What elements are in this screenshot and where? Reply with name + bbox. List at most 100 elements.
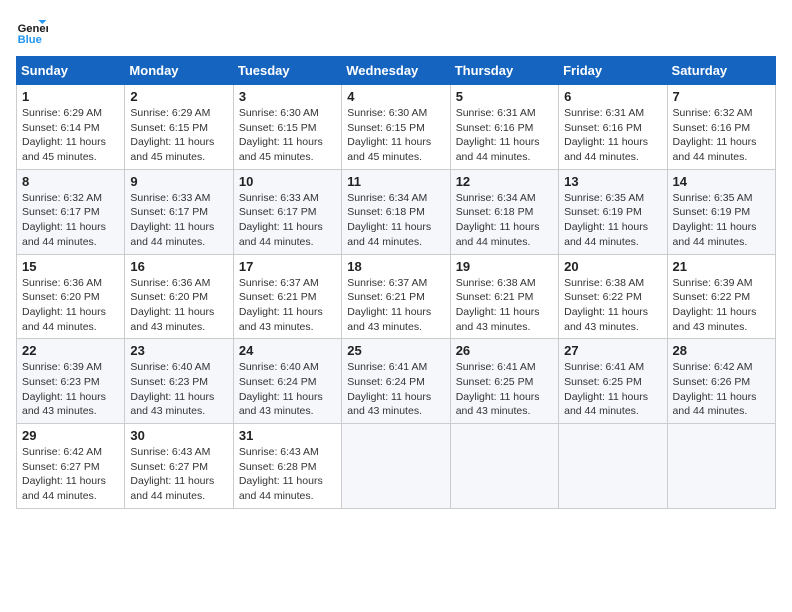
day-info: Sunrise: 6:32 AM Sunset: 6:16 PM Dayligh… [673,106,770,165]
day-number: 26 [456,343,553,358]
day-cell: 16 Sunrise: 6:36 AM Sunset: 6:20 PM Dayl… [125,254,233,339]
day-cell: 10 Sunrise: 6:33 AM Sunset: 6:17 PM Dayl… [233,169,341,254]
day-number: 31 [239,428,336,443]
day-cell [342,424,450,509]
day-cell: 9 Sunrise: 6:33 AM Sunset: 6:17 PM Dayli… [125,169,233,254]
day-cell: 30 Sunrise: 6:43 AM Sunset: 6:27 PM Dayl… [125,424,233,509]
day-cell: 26 Sunrise: 6:41 AM Sunset: 6:25 PM Dayl… [450,339,558,424]
day-cell: 13 Sunrise: 6:35 AM Sunset: 6:19 PM Dayl… [559,169,667,254]
day-cell: 3 Sunrise: 6:30 AM Sunset: 6:15 PM Dayli… [233,85,341,170]
calendar-table: SundayMondayTuesdayWednesdayThursdayFrid… [16,56,776,509]
day-info: Sunrise: 6:42 AM Sunset: 6:27 PM Dayligh… [22,445,119,504]
logo-icon: General Blue [16,16,48,48]
day-cell: 7 Sunrise: 6:32 AM Sunset: 6:16 PM Dayli… [667,85,775,170]
day-info: Sunrise: 6:41 AM Sunset: 6:25 PM Dayligh… [564,360,661,419]
day-info: Sunrise: 6:34 AM Sunset: 6:18 PM Dayligh… [347,191,444,250]
day-number: 7 [673,89,770,104]
day-cell: 1 Sunrise: 6:29 AM Sunset: 6:14 PM Dayli… [17,85,125,170]
day-cell: 27 Sunrise: 6:41 AM Sunset: 6:25 PM Dayl… [559,339,667,424]
day-number: 24 [239,343,336,358]
day-info: Sunrise: 6:29 AM Sunset: 6:15 PM Dayligh… [130,106,227,165]
day-number: 3 [239,89,336,104]
day-number: 23 [130,343,227,358]
week-row-3: 15 Sunrise: 6:36 AM Sunset: 6:20 PM Dayl… [17,254,776,339]
day-number: 19 [456,259,553,274]
day-cell: 22 Sunrise: 6:39 AM Sunset: 6:23 PM Dayl… [17,339,125,424]
day-info: Sunrise: 6:33 AM Sunset: 6:17 PM Dayligh… [130,191,227,250]
day-number: 15 [22,259,119,274]
svg-text:General: General [18,23,48,35]
day-info: Sunrise: 6:39 AM Sunset: 6:22 PM Dayligh… [673,276,770,335]
day-number: 20 [564,259,661,274]
day-info: Sunrise: 6:40 AM Sunset: 6:23 PM Dayligh… [130,360,227,419]
day-info: Sunrise: 6:36 AM Sunset: 6:20 PM Dayligh… [22,276,119,335]
day-number: 4 [347,89,444,104]
day-cell: 25 Sunrise: 6:41 AM Sunset: 6:24 PM Dayl… [342,339,450,424]
day-cell: 5 Sunrise: 6:31 AM Sunset: 6:16 PM Dayli… [450,85,558,170]
weekday-monday: Monday [125,57,233,85]
day-number: 9 [130,174,227,189]
week-row-5: 29 Sunrise: 6:42 AM Sunset: 6:27 PM Dayl… [17,424,776,509]
day-info: Sunrise: 6:38 AM Sunset: 6:21 PM Dayligh… [456,276,553,335]
day-info: Sunrise: 6:37 AM Sunset: 6:21 PM Dayligh… [347,276,444,335]
week-row-4: 22 Sunrise: 6:39 AM Sunset: 6:23 PM Dayl… [17,339,776,424]
weekday-header-row: SundayMondayTuesdayWednesdayThursdayFrid… [17,57,776,85]
day-cell [559,424,667,509]
day-number: 1 [22,89,119,104]
day-cell: 24 Sunrise: 6:40 AM Sunset: 6:24 PM Dayl… [233,339,341,424]
day-cell: 23 Sunrise: 6:40 AM Sunset: 6:23 PM Dayl… [125,339,233,424]
weekday-tuesday: Tuesday [233,57,341,85]
weekday-sunday: Sunday [17,57,125,85]
day-number: 12 [456,174,553,189]
day-number: 30 [130,428,227,443]
weekday-wednesday: Wednesday [342,57,450,85]
day-cell: 12 Sunrise: 6:34 AM Sunset: 6:18 PM Dayl… [450,169,558,254]
day-number: 13 [564,174,661,189]
day-number: 8 [22,174,119,189]
calendar-body: 1 Sunrise: 6:29 AM Sunset: 6:14 PM Dayli… [17,85,776,509]
day-info: Sunrise: 6:43 AM Sunset: 6:28 PM Dayligh… [239,445,336,504]
day-number: 29 [22,428,119,443]
weekday-friday: Friday [559,57,667,85]
day-cell: 11 Sunrise: 6:34 AM Sunset: 6:18 PM Dayl… [342,169,450,254]
day-number: 2 [130,89,227,104]
day-info: Sunrise: 6:33 AM Sunset: 6:17 PM Dayligh… [239,191,336,250]
day-cell [667,424,775,509]
day-number: 5 [456,89,553,104]
weekday-thursday: Thursday [450,57,558,85]
day-number: 28 [673,343,770,358]
day-cell: 4 Sunrise: 6:30 AM Sunset: 6:15 PM Dayli… [342,85,450,170]
day-cell: 8 Sunrise: 6:32 AM Sunset: 6:17 PM Dayli… [17,169,125,254]
day-cell: 18 Sunrise: 6:37 AM Sunset: 6:21 PM Dayl… [342,254,450,339]
day-info: Sunrise: 6:32 AM Sunset: 6:17 PM Dayligh… [22,191,119,250]
day-cell: 6 Sunrise: 6:31 AM Sunset: 6:16 PM Dayli… [559,85,667,170]
day-cell: 2 Sunrise: 6:29 AM Sunset: 6:15 PM Dayli… [125,85,233,170]
day-cell: 19 Sunrise: 6:38 AM Sunset: 6:21 PM Dayl… [450,254,558,339]
day-number: 6 [564,89,661,104]
day-info: Sunrise: 6:30 AM Sunset: 6:15 PM Dayligh… [347,106,444,165]
weekday-saturday: Saturday [667,57,775,85]
day-cell [450,424,558,509]
day-info: Sunrise: 6:31 AM Sunset: 6:16 PM Dayligh… [456,106,553,165]
day-info: Sunrise: 6:36 AM Sunset: 6:20 PM Dayligh… [130,276,227,335]
day-info: Sunrise: 6:39 AM Sunset: 6:23 PM Dayligh… [22,360,119,419]
day-number: 18 [347,259,444,274]
week-row-2: 8 Sunrise: 6:32 AM Sunset: 6:17 PM Dayli… [17,169,776,254]
svg-text:Blue: Blue [18,34,42,46]
page-header: General Blue [16,16,776,48]
day-info: Sunrise: 6:41 AM Sunset: 6:25 PM Dayligh… [456,360,553,419]
day-number: 11 [347,174,444,189]
day-number: 25 [347,343,444,358]
day-info: Sunrise: 6:41 AM Sunset: 6:24 PM Dayligh… [347,360,444,419]
day-info: Sunrise: 6:38 AM Sunset: 6:22 PM Dayligh… [564,276,661,335]
day-info: Sunrise: 6:34 AM Sunset: 6:18 PM Dayligh… [456,191,553,250]
day-info: Sunrise: 6:30 AM Sunset: 6:15 PM Dayligh… [239,106,336,165]
day-info: Sunrise: 6:42 AM Sunset: 6:26 PM Dayligh… [673,360,770,419]
day-number: 22 [22,343,119,358]
day-info: Sunrise: 6:35 AM Sunset: 6:19 PM Dayligh… [673,191,770,250]
day-info: Sunrise: 6:43 AM Sunset: 6:27 PM Dayligh… [130,445,227,504]
day-cell: 31 Sunrise: 6:43 AM Sunset: 6:28 PM Dayl… [233,424,341,509]
day-number: 21 [673,259,770,274]
day-info: Sunrise: 6:35 AM Sunset: 6:19 PM Dayligh… [564,191,661,250]
day-info: Sunrise: 6:29 AM Sunset: 6:14 PM Dayligh… [22,106,119,165]
